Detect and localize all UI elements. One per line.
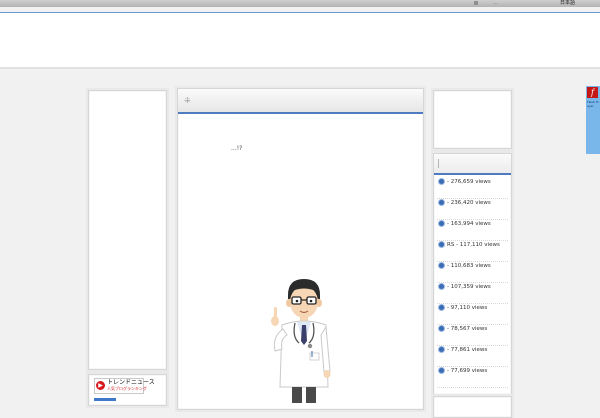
language-flag[interactable]: 日本語 <box>560 0 575 7</box>
bullet-icon <box>439 347 444 352</box>
main-article-panel: ⁜ ...!? <box>177 88 424 410</box>
ranking-item-2[interactable]: - 236,420 views <box>437 198 508 220</box>
ranking-item-1[interactable]: - 276,659 views <box>437 177 508 199</box>
ranking-item-text[interactable]: - 236,420 views <box>447 198 506 208</box>
bullet-icon <box>439 200 444 205</box>
ranking-item-text[interactable]: - 107,359 views <box>447 282 506 292</box>
article-text: ...!? <box>231 145 243 152</box>
menu-icon[interactable] <box>474 1 478 5</box>
ranking-item-8[interactable]: - 78,567 views <box>437 324 508 346</box>
bullet-icon <box>439 242 444 247</box>
left-sidebar-panel <box>88 90 167 370</box>
browser-top-bar: ... 日本語 <box>0 0 600 7</box>
ranking-item-text[interactable]: - 110,683 views <box>447 261 506 271</box>
ranking-item-text[interactable]: - 163,994 views <box>447 219 506 229</box>
flash-icon: f <box>587 87 598 98</box>
top-bar-text[interactable]: ... <box>494 0 498 6</box>
flash-player-tab[interactable]: f Flash Player <box>586 86 600 154</box>
trend-news-subtitle: 人気ブログランキング <box>107 386 147 391</box>
ranking-item-5[interactable]: - 110,683 views <box>437 261 508 283</box>
header-divider <box>0 67 600 69</box>
ranking-item-6[interactable]: - 107,359 views <box>437 282 508 304</box>
ranking-item-text[interactable]: - 276,659 views <box>447 177 506 187</box>
flash-tab-text: Flash Player <box>587 100 599 108</box>
bullet-icon <box>439 284 444 289</box>
ranking-item-4[interactable]: RS - 117,110 views <box>437 240 508 262</box>
right-top-panel <box>433 90 512 149</box>
trend-news-banner[interactable]: ▶ トレンドニュース 人気ブログランキング <box>94 378 155 394</box>
ranking-header <box>434 154 511 175</box>
ranking-item-7[interactable]: - 97,110 views <box>437 303 508 325</box>
ranking-item-3[interactable]: - 163,994 views <box>437 219 508 241</box>
ranking-item-text[interactable]: - 78,567 views <box>447 324 506 334</box>
bullet-icon <box>439 221 444 226</box>
bullet-icon <box>439 179 444 184</box>
ranking-header-marker <box>438 159 439 168</box>
ranking-item-text[interactable]: - 77,699 views <box>447 366 506 376</box>
bullet-icon <box>439 305 444 310</box>
bullet-icon <box>439 368 444 373</box>
left-ad-panel: ▶ トレンドニュース 人気ブログランキング <box>88 374 167 406</box>
site-header <box>0 13 600 67</box>
ranking-item-text[interactable]: - 97,110 views <box>447 303 506 313</box>
ranking-item-text[interactable]: - 77,861 views <box>447 345 506 355</box>
article-header: ⁜ <box>178 89 423 114</box>
ranking-item-9[interactable]: - 77,861 views <box>437 345 508 367</box>
ranking-item-text[interactable]: RS - 117,110 views <box>447 240 506 250</box>
bullet-icon <box>439 263 444 268</box>
doctor-illustration <box>271 279 331 403</box>
drag-handle-icon[interactable]: ⁜ <box>184 96 193 105</box>
right-bottom-panel <box>433 396 512 418</box>
ranking-item-10[interactable]: - 77,699 views <box>437 366 508 388</box>
trend-news-title: トレンドニュース <box>107 379 155 386</box>
ranking-panel: - 276,659 views - 236,420 views - 163,99… <box>433 153 512 395</box>
trend-news-icon: ▶ <box>96 381 105 390</box>
bullet-icon <box>439 326 444 331</box>
